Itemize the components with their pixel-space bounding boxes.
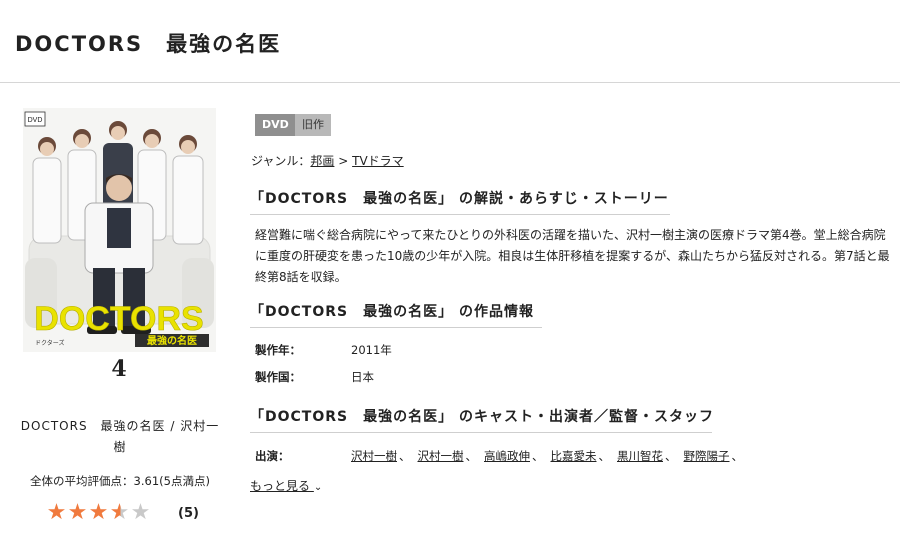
production-year-value: 2011年 bbox=[351, 343, 392, 357]
genre-link-tv-drama[interactable]: TVドラマ bbox=[352, 154, 404, 168]
synopsis-text: 経営難に喘ぐ総合病院にやって来たひとりの外科医の活躍を描いた、沢村一樹主演の医療… bbox=[255, 228, 890, 284]
average-rating-label: 全体の平均評価点：3.61(5点満点) bbox=[30, 474, 210, 488]
page-title: DOCTORS 最強の名医 bbox=[15, 32, 282, 56]
show-more-label: もっと見る bbox=[250, 479, 311, 493]
dvd-mark: DVD bbox=[28, 117, 43, 124]
cover-logo: DOCTORS bbox=[34, 300, 203, 338]
cast-separator: 、 bbox=[465, 449, 478, 463]
cast-separator: 、 bbox=[598, 449, 611, 463]
show-more-link[interactable]: もっと見る ⌄ bbox=[250, 477, 322, 494]
title-divider bbox=[0, 82, 900, 83]
cast-member-link[interactable]: 沢村一樹 bbox=[418, 449, 464, 463]
cast-member-link[interactable]: 黒川智花 bbox=[617, 449, 663, 463]
genre-breadcrumb: ジャンル：邦画 > TVドラマ bbox=[251, 152, 404, 169]
cover-subtitle: 最強の名医 bbox=[147, 334, 197, 347]
cast-separator: 、 bbox=[731, 449, 744, 463]
production-country-label: 製作国： bbox=[255, 370, 301, 384]
star-icon: ★ bbox=[130, 500, 151, 525]
production-year-row: 製作年： 2011年 bbox=[255, 342, 392, 358]
cast-member-link[interactable]: 比嘉愛未 bbox=[551, 449, 597, 463]
genre-link-hougaku[interactable]: 邦画 bbox=[310, 154, 334, 168]
star-icon: ★ bbox=[88, 500, 109, 525]
star-icon: ★ bbox=[67, 500, 88, 525]
old-release-tag: 旧作 bbox=[295, 114, 331, 136]
dvd-tag: DVD bbox=[255, 114, 296, 136]
cast-label: 出演： bbox=[255, 449, 290, 463]
cover-volume-number: 4 bbox=[111, 356, 126, 382]
dvd-cover-image[interactable]: DVD DOCTORS 最強の名医 ドクターズ 4 bbox=[23, 108, 216, 388]
synopsis-heading: 「DOCTORS 最強の名医」 の解説・あらすじ・ストーリー bbox=[250, 188, 670, 215]
star-rating: ★★★★★ bbox=[46, 502, 151, 524]
star-icon: ★ bbox=[109, 500, 130, 525]
genre-separator: > bbox=[334, 154, 353, 168]
cover-small-caption: ドクターズ bbox=[35, 339, 64, 347]
chevron-down-icon: ⌄ bbox=[313, 482, 323, 493]
cast-row: 出演： 沢村一樹、沢村一樹、高嶋政伸、比嘉愛未、黒川智花、野際陽子、 bbox=[255, 448, 750, 464]
cast-member-link[interactable]: 沢村一樹 bbox=[351, 449, 397, 463]
cast-list: 沢村一樹、沢村一樹、高嶋政伸、比嘉愛未、黒川智花、野際陽子、 bbox=[351, 449, 750, 463]
cast-member-link[interactable]: 高嶋政伸 bbox=[484, 449, 530, 463]
cast-member-link[interactable]: 野際陽子 bbox=[684, 449, 730, 463]
production-country-row: 製作国： 日本 bbox=[255, 369, 374, 385]
review-count-link[interactable]: (5) bbox=[178, 506, 199, 521]
production-country-value: 日本 bbox=[351, 370, 374, 384]
production-year-label: 製作年： bbox=[255, 343, 301, 357]
cast-separator: 、 bbox=[399, 449, 411, 463]
cast-staff-heading: 「DOCTORS 最強の名医」 のキャスト・出演者／監督・スタッフ bbox=[250, 406, 713, 433]
cover-artwork: DVD DOCTORS 最強の名医 ドクターズ 4 bbox=[23, 108, 216, 388]
cast-separator: 、 bbox=[665, 449, 677, 463]
item-caption: DOCTORS 最強の名医 / 沢村一樹 bbox=[20, 419, 220, 454]
cast-separator: 、 bbox=[532, 449, 544, 463]
genre-prefix: ジャンル： bbox=[251, 154, 311, 168]
work-info-heading: 「DOCTORS 最強の名医」 の作品情報 bbox=[250, 301, 542, 328]
star-icon: ★ bbox=[46, 500, 67, 525]
